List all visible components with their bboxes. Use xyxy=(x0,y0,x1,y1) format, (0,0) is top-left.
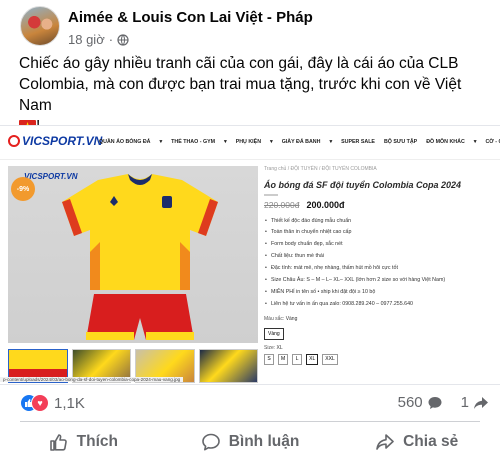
product-title: Áo bóng đá SF đội tuyển Colombia Copa 20… xyxy=(264,180,462,190)
color-value: Vàng xyxy=(285,315,298,322)
share-count-icon xyxy=(474,396,488,409)
nav-item[interactable]: ▾ xyxy=(224,139,227,145)
price-row: 220.000đ 200.000đ xyxy=(264,200,496,210)
share-button[interactable]: Chia sẻ xyxy=(333,425,500,459)
nav-item[interactable]: ▾ xyxy=(474,139,477,145)
nav-item[interactable]: ▾ xyxy=(160,139,163,145)
like-label: Thích xyxy=(76,433,118,450)
size-option[interactable]: M xyxy=(278,353,289,365)
nav-menu: QUẦN ÁO BÓNG ĐÁ ▾ THỂ THAO - GYM ▾ PHỤ KIỆN ▾… xyxy=(99,139,500,145)
share-label: Chia sẻ xyxy=(403,433,459,450)
post-meta: 18 giờ · xyxy=(68,32,129,47)
feature-item: Form body chuẩn đẹp, sắc nét xyxy=(264,239,496,251)
size-option[interactable]: S xyxy=(264,353,274,365)
action-bar: Thích Bình luận Chia sẻ xyxy=(0,425,500,459)
new-price: 200.000đ xyxy=(306,199,345,210)
thumbs-up-icon xyxy=(49,434,67,451)
post-body: Chiếc áo gây nhiều tranh cãi của con gái… xyxy=(19,55,462,114)
thumbnail[interactable] xyxy=(198,349,258,383)
author-name[interactable]: Aimée & Louis Con Lai Việt - Pháp xyxy=(68,9,313,26)
color-label-text: Màu sắc xyxy=(264,315,283,322)
reaction-count: 1,1K xyxy=(54,394,85,412)
site-nav: VICSPORT.VN QUẦN ÁO BÓNG ĐÁ ▾ THỂ THAO - G… xyxy=(0,126,500,160)
nav-item[interactable]: PHỤ KIỆN xyxy=(236,139,261,145)
size-option[interactable]: XXL xyxy=(322,353,338,365)
color-option: Vàng xyxy=(264,327,284,340)
post-time[interactable]: 18 giờ xyxy=(68,32,105,47)
breadcrumb: Trang chủ / ĐỘI TUYỂN / ĐỘI TUYỂN COLOMB… xyxy=(264,166,377,172)
comment-count: 560 xyxy=(397,394,423,411)
share-icon xyxy=(376,434,394,450)
share-count: 1 xyxy=(460,394,469,411)
size-label-text: Size xyxy=(264,344,274,351)
feature-item: Toàn thân in chuyển nhiệt cao cấp xyxy=(264,227,496,239)
nav-item[interactable]: SUPER SALE xyxy=(341,139,375,145)
nav-item[interactable]: ▾ xyxy=(270,139,273,145)
jersey-image xyxy=(62,174,218,340)
product-info: Trang chủ / ĐỘI TUYỂN / ĐỘI TUYỂN COLOMB… xyxy=(264,166,496,365)
title-divider xyxy=(264,194,278,196)
comment-button[interactable]: Bình luận xyxy=(167,425,334,459)
product-gallery: VICSPORT.VN -9% xyxy=(8,166,258,343)
size-label: Size: XL xyxy=(264,344,283,351)
reaction-icons: ♥ xyxy=(20,394,49,412)
feature-list: Thiết kế độc đáo đúng mẫu chuẩnToàn thân… xyxy=(264,216,496,311)
meta-separator: · xyxy=(108,32,114,47)
post-header: Aimée & Louis Con Lai Việt - Pháp 18 giờ… xyxy=(20,6,480,56)
nav-item[interactable]: ĐỒ MÔN KHÁC xyxy=(426,139,465,145)
reaction-summary[interactable]: ♥ 1,1K xyxy=(20,394,85,412)
nav-item[interactable]: ▾ xyxy=(329,139,332,145)
feature-item: Size Châu Âu: S – M – L– XL– XXL (lớn hơ… xyxy=(264,275,496,287)
author-avatar[interactable] xyxy=(20,6,60,46)
nav-item[interactable]: BỘ SƯU TẬP xyxy=(384,139,417,145)
old-price: 220.000đ xyxy=(264,199,300,210)
feature-item: MIỄN PHÍ in tên số • ship khi đặt đội ≥ … xyxy=(264,287,496,299)
globe-icon xyxy=(117,33,129,46)
size-options: S M L XL XXL xyxy=(264,353,496,365)
feature-item: Chất liệu: thun mè thái xyxy=(264,251,496,263)
love-reaction-icon: ♥ xyxy=(31,394,49,412)
nav-item[interactable]: GIÀY ĐÁ BANH xyxy=(282,139,321,145)
size-value: XL xyxy=(276,344,283,351)
sale-badge: -9% xyxy=(11,177,35,201)
size-option[interactable]: XL xyxy=(306,353,319,365)
comment-count-group[interactable]: 560 xyxy=(398,394,443,411)
comment-count-icon xyxy=(428,396,442,409)
nav-item[interactable]: CỜ - CÚP - KNC xyxy=(485,139,500,145)
share-count-group[interactable]: 1 xyxy=(461,394,489,411)
comment-icon xyxy=(201,433,220,451)
comment-label: Bình luận xyxy=(228,433,300,450)
size-option[interactable]: L xyxy=(292,353,303,365)
site-logo: VICSPORT.VN xyxy=(8,134,102,148)
nav-item[interactable]: QUẦN ÁO BÓNG ĐÁ xyxy=(99,139,151,145)
action-divider xyxy=(20,421,480,422)
post-image[interactable]: VICSPORT.VN QUẦN ÁO BÓNG ĐÁ ▾ THỂ THAO - G… xyxy=(0,125,500,385)
feature-item: Đặc tính: mát mẻ, nhẹ nhàng, thấm hút mồ… xyxy=(264,263,496,275)
gallery-logo: VICSPORT.VN xyxy=(24,172,78,181)
feature-item: Thiết kế độc đáo đúng mẫu chuẩn xyxy=(264,216,496,228)
nav-item[interactable]: THỂ THAO - GYM xyxy=(171,139,215,145)
color-label: Màu sắc: Vàng xyxy=(264,315,298,322)
like-button[interactable]: Thích xyxy=(0,425,167,459)
status-url: p-content/uploads/2024/03/ao-bong-da-sf-… xyxy=(0,377,184,382)
vicsport-logo-icon xyxy=(8,135,20,147)
site-logo-text: VICSPORT.VN xyxy=(22,134,103,148)
feature-item: Liên hệ tư vấn in ấn qua zalo: 0908.289.… xyxy=(264,299,496,311)
engagement-counts: 560 1 xyxy=(386,394,489,411)
